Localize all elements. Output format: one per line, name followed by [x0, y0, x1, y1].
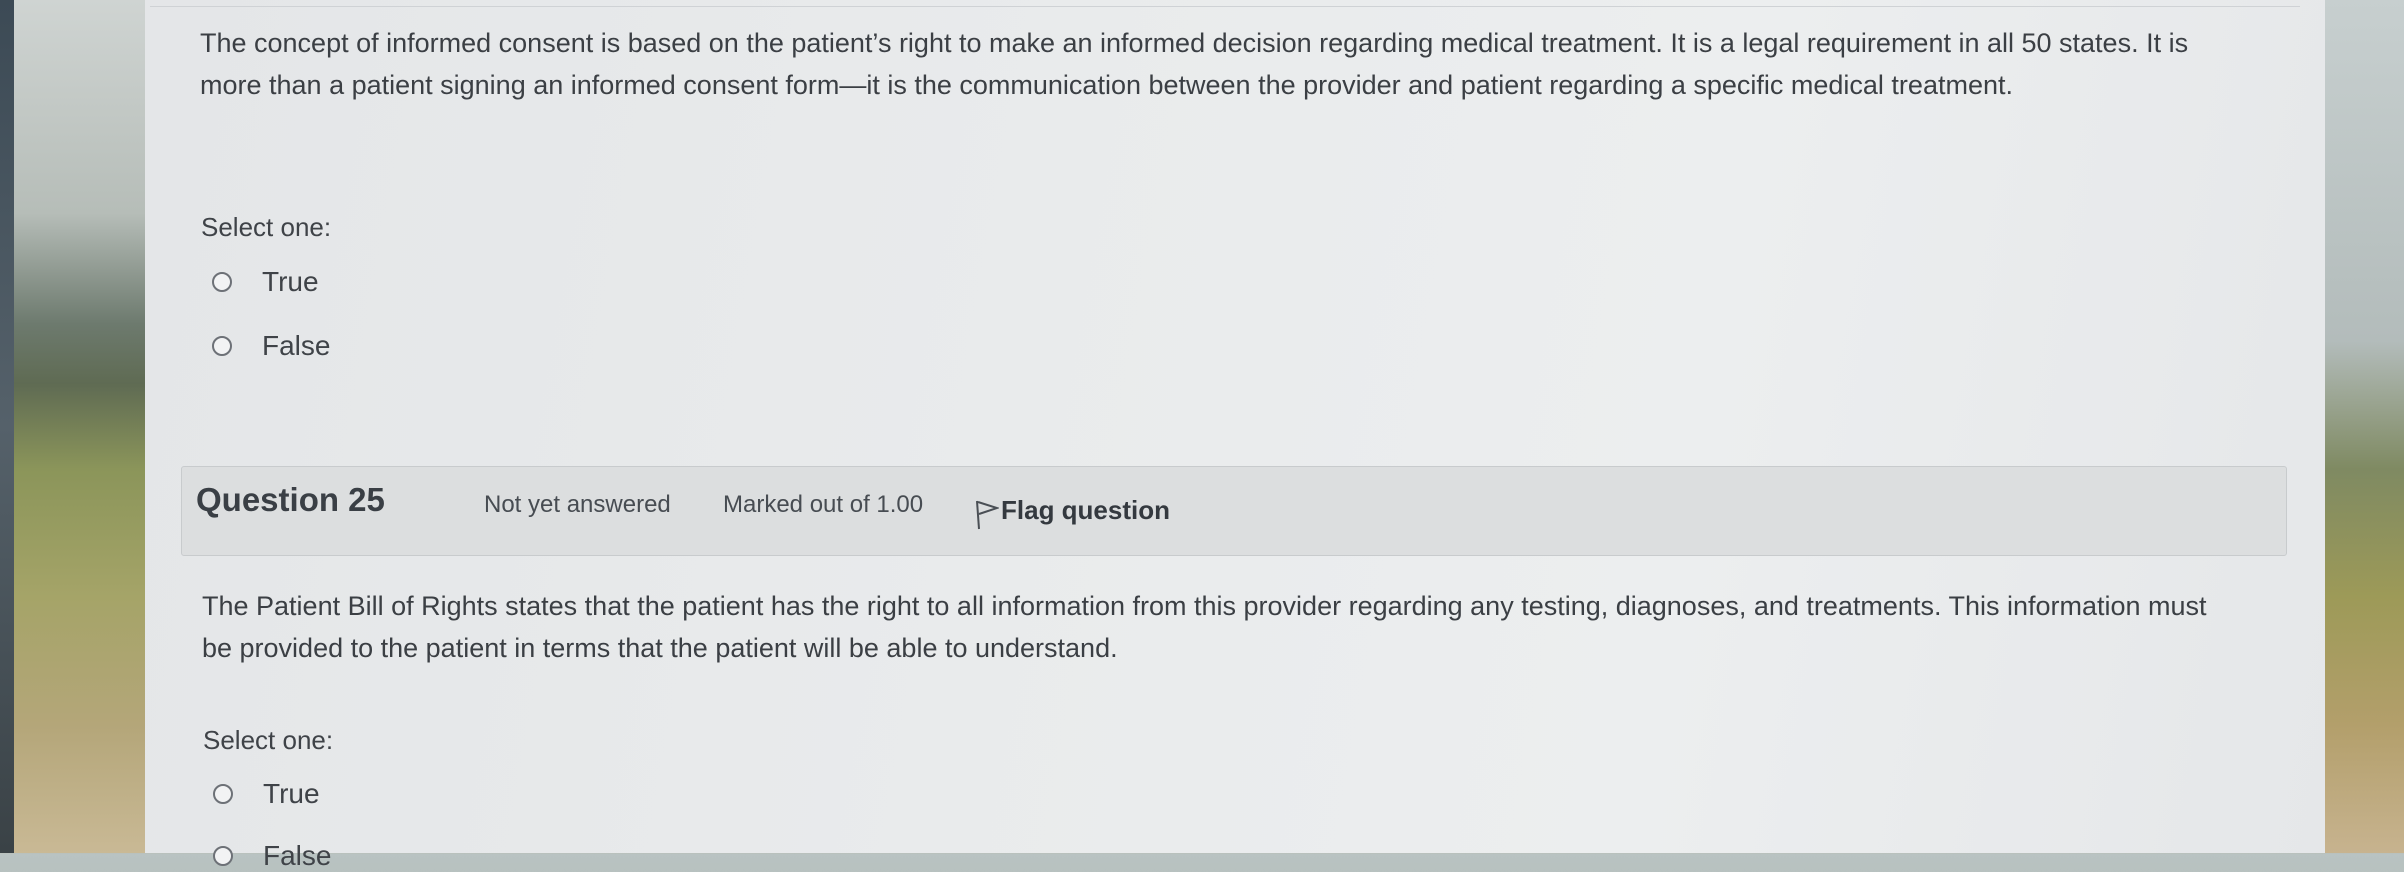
question-marks: Marked out of 1.00: [723, 491, 924, 518]
radio-button[interactable]: [212, 272, 232, 292]
background-right: [2314, 0, 2404, 853]
flag-question-label: Flag question: [1001, 494, 1170, 525]
previous-question-border: [150, 0, 2300, 7]
radio-button[interactable]: [213, 846, 233, 866]
option-label: False: [263, 840, 332, 871]
background-left-edge: [0, 0, 14, 853]
flag-icon: [976, 500, 999, 530]
flag-question-button[interactable]: Flag question: [973, 489, 1170, 531]
question-status: Not yet answered: [484, 491, 671, 518]
radio-button[interactable]: [213, 784, 233, 804]
option-label: True: [262, 266, 319, 297]
quiz-page: [145, 0, 2325, 853]
question-25-option-true[interactable]: True: [213, 778, 320, 810]
background-left: [0, 0, 150, 853]
question-number: Question 25: [196, 481, 385, 518]
option-label: True: [263, 778, 320, 809]
question-25-select-label: Select one:: [203, 725, 334, 755]
question-25-text: The Patient Bill of Rights states that t…: [202, 591, 2207, 663]
radio-button[interactable]: [212, 336, 232, 356]
question-25-info-bar: Question 25 Not yet answered Marked out …: [181, 466, 2287, 556]
option-label: False: [262, 330, 331, 361]
question-25-option-false[interactable]: False: [213, 840, 331, 872]
question-24-select-label: Select one:: [201, 212, 332, 242]
question-24-option-false[interactable]: False: [212, 330, 330, 362]
question-24-text: The concept of informed consent is based…: [200, 28, 2189, 100]
question-24-option-true[interactable]: True: [212, 266, 319, 298]
